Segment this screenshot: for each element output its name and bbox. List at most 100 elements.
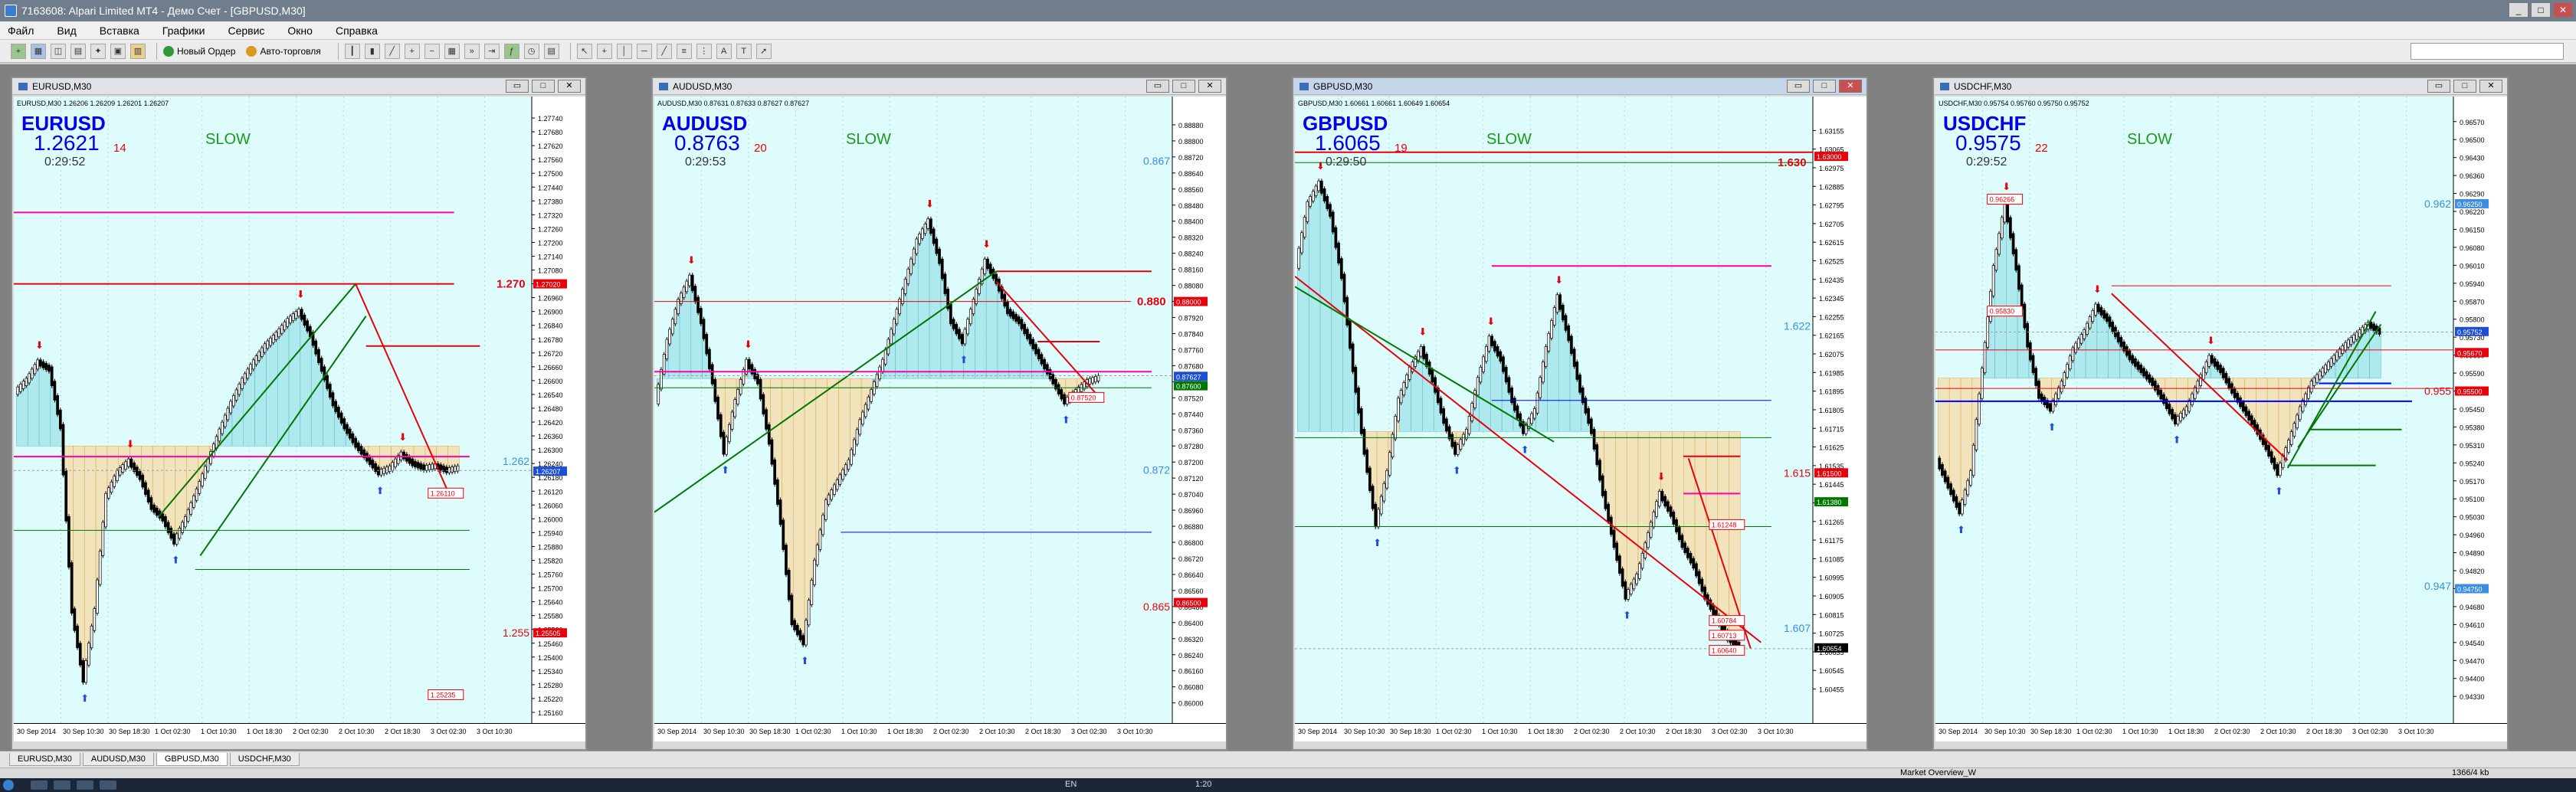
candle-body (1011, 311, 1015, 319)
taskbar-app[interactable] (31, 781, 48, 790)
chart-minimize-button[interactable]: ▭ (1146, 80, 1169, 93)
channel-icon[interactable]: ≡ (676, 43, 692, 59)
menu-view[interactable]: Вид (57, 25, 76, 37)
chart-close-button[interactable]: ✕ (1839, 80, 1862, 93)
chart-close-button[interactable]: ✕ (558, 80, 581, 93)
new-order-button[interactable]: Новый Ордер (163, 45, 235, 57)
chart-close-button[interactable]: ✕ (2479, 80, 2502, 93)
minimize-button[interactable]: _ (2509, 2, 2528, 18)
chart-plot[interactable]: ⬆ ⬇ ⬆ ⬇ ⬆ ⬇ ⬆ 0.96570 0.96500 0.96430 0.96360 0.962… (1935, 97, 2507, 725)
chart-maximize-button[interactable]: □ (1813, 80, 1836, 93)
text-icon[interactable]: A (716, 43, 732, 59)
maximize-button[interactable]: □ (2531, 2, 2551, 18)
chart-info-line: EURUSD,M30 1.26206 1.26209 1.26201 1.262… (17, 100, 169, 107)
navigator-icon[interactable]: ✦ (90, 43, 106, 59)
candle-chart-icon[interactable]: ▮ (364, 43, 380, 59)
tab-usdchf[interactable]: USDCHF,M30 (229, 753, 300, 766)
taskbar-app[interactable] (100, 781, 116, 790)
menu-file[interactable]: Файл (8, 25, 34, 37)
candle-body (1354, 366, 1358, 393)
menu-insert[interactable]: Вставка (100, 25, 139, 37)
close-button[interactable]: ✕ (2553, 2, 2573, 18)
chart-window-title[interactable]: AUDUSD,M30 ▭ □ ✕ (653, 78, 1226, 95)
candle-body (1978, 393, 1981, 425)
taskbar-app[interactable] (54, 781, 70, 790)
chart-window-title[interactable]: USDCHF,M30 ▭ □ ✕ (1934, 78, 2507, 95)
new-chart-icon[interactable]: + (11, 43, 26, 59)
menu-charts[interactable]: Графики (162, 25, 205, 37)
chart-maximize-button[interactable]: □ (532, 80, 555, 93)
clock: 1:20 (1195, 780, 1212, 789)
chart-window-usdchf[interactable]: USDCHF,M30 ▭ □ ✕ ⬆ ⬇ ⬆ ⬇ ⬆ ⬇ ⬆ 0.96570 0.96500 0.96… (1932, 77, 2509, 751)
candle-body (78, 643, 82, 666)
menu-window[interactable]: Окно (287, 25, 313, 37)
chart-minimize-button[interactable]: ▭ (2427, 80, 2450, 93)
cursor-icon[interactable]: ↖ (576, 43, 592, 59)
market-watch-icon[interactable]: ◫ (51, 43, 66, 59)
os-taskbar: EN 1:20 (0, 778, 2576, 792)
candle-body (2171, 408, 2174, 420)
candle-body (815, 545, 819, 565)
candle-body (124, 461, 127, 470)
bar-chart-icon[interactable]: ┃ (344, 43, 360, 59)
chart-window-eurusd[interactable]: EURUSD,M30 ▭ □ ✕ ⬇ ⬆ ⬇ ⬆ ⬇ ⬆ ⬇ 1.27740 1.27680 1.27… (11, 77, 587, 751)
start-button[interactable] (3, 780, 14, 790)
chart-plot[interactable]: ⬇ ⬆ ⬇ ⬆ ⬇ ⬆ ⬇ ⬆ 0.88880 0.88800 0.88720 0.88640 0.88… (654, 97, 1226, 725)
candle-body (668, 329, 671, 345)
chart-minimize-button[interactable]: ▭ (506, 80, 529, 93)
data-window-icon[interactable]: ▤ (70, 43, 86, 59)
horizontal-line-icon[interactable]: ─ (636, 43, 652, 59)
candle-body (912, 248, 916, 264)
tile-icon[interactable]: ▦ (444, 43, 460, 59)
candle-body (76, 625, 79, 649)
search-input[interactable] (2410, 43, 2564, 60)
tab-eurusd[interactable]: EURUSD,M30 (9, 753, 80, 766)
autotrade-button[interactable]: Авто-торговля (246, 45, 321, 57)
zoom-out-icon[interactable]: − (424, 43, 440, 59)
periods-icon[interactable]: ◷ (523, 43, 539, 59)
templates-icon[interactable]: ▤ (543, 43, 559, 59)
chart-maximize-button[interactable]: □ (2453, 80, 2476, 93)
zoom-in-icon[interactable]: + (404, 43, 420, 59)
price-tick-label: 1.27080 (538, 267, 563, 275)
vertical-line-icon[interactable]: │ (616, 43, 632, 59)
tester-icon[interactable]: ▥ (130, 43, 146, 59)
indicators-icon[interactable]: ƒ (503, 43, 519, 59)
price-tick-label: 0.87680 (1178, 362, 1204, 370)
chart-plot[interactable]: ⬇ ⬆ ⬇ ⬆ ⬇ ⬆ ⬇ 1.27740 1.27680 1.27620 1.27560 1.275… (14, 97, 585, 725)
chart-maximize-button[interactable]: □ (1172, 80, 1195, 93)
time-tick-label: 2 Oct 18:30 (1666, 728, 1702, 735)
language-indicator[interactable]: EN (1065, 780, 1077, 789)
chart-window-audusd[interactable]: AUDUSD,M30 ▭ □ ✕ ⬇ ⬆ ⬇ ⬆ ⬇ ⬆ ⬇ ⬆ 0.88880 0.88800 0.8… (651, 77, 1227, 751)
chart-window-title[interactable]: GBPUSD,M30 ▭ □ ✕ (1293, 78, 1866, 95)
candle-body (1462, 434, 1465, 445)
candle-body (2207, 355, 2211, 367)
tab-audusd[interactable]: AUDUSD,M30 (82, 753, 154, 766)
chart-plot[interactable]: ⬇ ⬆ ⬇ ⬆ ⬇ ⬆ ⬇ ⬆ ⬇ 1.63155 1.63065 1.62975 1.62885 1.6… (1295, 97, 1866, 725)
candle-body (348, 428, 352, 439)
taskbar-app[interactable] (77, 781, 93, 790)
autoscroll-icon[interactable]: » (464, 43, 480, 59)
chart-close-button[interactable]: ✕ (1198, 80, 1221, 93)
fractal-down-arrow: ⬇ (2093, 284, 2102, 296)
menu-help[interactable]: Справка (336, 25, 378, 37)
fibo-icon[interactable]: ⋮ (696, 43, 712, 59)
chart-shift-icon[interactable]: ⇥ (483, 43, 500, 59)
label-icon[interactable]: T (736, 43, 752, 59)
chart-window-gbpusd[interactable]: GBPUSD,M30 ▭ □ ✕ ⬇ ⬆ ⬇ ⬆ ⬇ ⬆ ⬇ ⬆ ⬇ 1.63155 1.63065 1.… (1292, 77, 1868, 751)
trendline-icon[interactable]: ╱ (656, 43, 672, 59)
arrows-icon[interactable]: ➚ (755, 43, 772, 59)
time-tick-label: 2 Oct 02:30 (293, 728, 329, 735)
profiles-icon[interactable]: ▦ (31, 43, 46, 59)
terminal-icon[interactable]: ▣ (110, 43, 126, 59)
menu-tools[interactable]: Сервис (228, 25, 264, 37)
crosshair-icon[interactable]: + (596, 43, 612, 59)
candle-body (1516, 405, 1519, 419)
chart-minimize-button[interactable]: ▭ (1787, 80, 1810, 93)
candle-body (394, 458, 397, 468)
candle-body (1949, 483, 1952, 496)
price-tick-label: 1.26300 (538, 447, 563, 454)
tab-gbpusd[interactable]: GBPUSD,M30 (156, 753, 228, 766)
line-chart-icon[interactable]: ╱ (384, 43, 400, 59)
chart-window-title[interactable]: EURUSD,M30 ▭ □ ✕ (12, 78, 585, 95)
